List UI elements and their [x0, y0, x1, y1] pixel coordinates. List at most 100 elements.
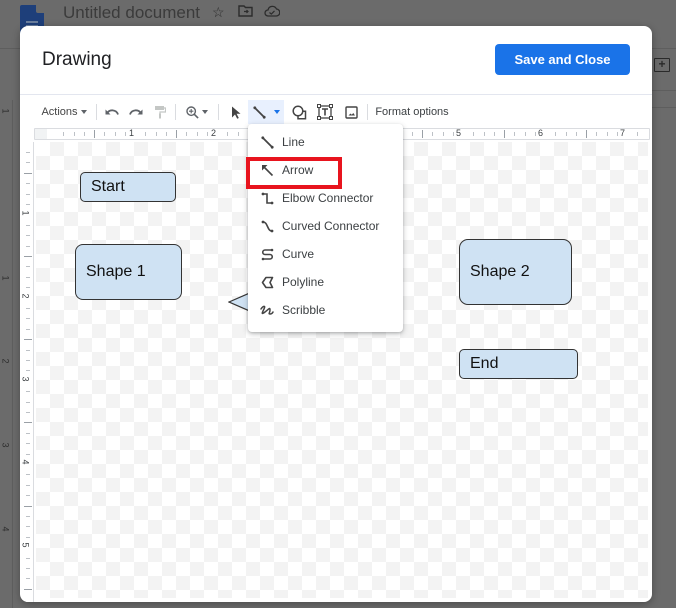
ruler-tick [124, 132, 126, 136]
menu-item-arrow[interactable]: Arrow [246, 156, 403, 189]
toolbar-divider [96, 104, 97, 120]
ruler-tick [26, 287, 30, 289]
undo-icon [105, 109, 119, 115]
ruler-tick [26, 224, 30, 226]
drawing-dialog: Drawing Save and Close Actions Format op… [20, 26, 652, 602]
ruler-tick [26, 370, 30, 372]
dialog-title: Drawing [42, 49, 112, 70]
ruler-tick [26, 536, 30, 538]
ruler-tick [227, 132, 229, 136]
undo-button[interactable] [102, 100, 122, 124]
ruler-tick [26, 526, 30, 528]
ruler-number: 1 [0, 108, 11, 114]
shape-end[interactable]: End [459, 349, 578, 379]
select-tool-button[interactable] [225, 100, 247, 124]
toolbar-divider [367, 104, 368, 120]
ruler-tick [24, 172, 32, 174]
menu-item-label: Line [282, 135, 305, 149]
menu-item-label: Curved Connector [282, 219, 380, 233]
text-box-tool-button[interactable] [314, 100, 336, 124]
ruler-number: 3 [20, 376, 31, 382]
paint-format-button[interactable] [150, 100, 170, 124]
curved-connector-icon [260, 219, 274, 233]
menu-item-scribble[interactable]: Scribble [248, 296, 403, 324]
ruler-tick [26, 495, 30, 497]
ruler-tick [616, 132, 618, 136]
ruler-tick [94, 130, 95, 138]
scribble-icon [260, 303, 274, 317]
ruler-tick [411, 132, 413, 136]
ruler-tick [24, 339, 32, 341]
ruler-tick [26, 266, 30, 268]
ruler-tick [155, 132, 157, 136]
ruler-number: 5 [456, 128, 462, 138]
ruler-number: 6 [538, 128, 544, 138]
vertical-ruler[interactable]: 1 2 3 4 5 [20, 142, 34, 602]
text-box-icon [317, 104, 333, 120]
document-title[interactable]: Untitled document [63, 3, 200, 23]
menu-item-elbow-connector[interactable]: Elbow Connector [248, 184, 403, 212]
ruler-tick [483, 132, 485, 136]
menu-item-label: Scribble [282, 303, 326, 317]
ruler-corner [35, 129, 47, 139]
image-tool-button[interactable] [340, 100, 362, 124]
ruler-tick [24, 505, 32, 507]
menu-item-label: Arrow [282, 163, 314, 177]
ruler-number: 5 [20, 542, 31, 548]
menu-item-curve[interactable]: Curve [248, 240, 403, 268]
ruler-tick [165, 132, 167, 136]
ruler-tick [26, 432, 30, 434]
ruler-tick [524, 132, 526, 136]
drawing-toolbar: Actions Format options [20, 100, 652, 124]
background-ruler [652, 90, 676, 108]
background-vertical-ruler: 1 1 2 3 4 [0, 100, 12, 608]
ruler-tick [104, 132, 106, 136]
ruler-tick [442, 132, 444, 136]
ruler-tick [73, 132, 75, 136]
ruler-tick [26, 412, 30, 413]
background-divider [12, 100, 13, 608]
menu-item-line[interactable]: Line [248, 128, 403, 156]
ruler-tick [26, 245, 30, 247]
ruler-tick [586, 130, 587, 138]
add-comment-icon[interactable]: + [654, 58, 670, 72]
paint-format-icon [155, 106, 166, 119]
format-options-button[interactable]: Format options [374, 100, 450, 124]
ruler-number: 2 [0, 358, 11, 364]
shape-shape-1[interactable]: Shape 1 [75, 244, 182, 300]
star-icon[interactable]: ☆ [212, 4, 225, 21]
ruler-tick [26, 360, 30, 361]
elbow-connector-icon [260, 191, 274, 205]
ruler-tick [596, 132, 598, 136]
ruler-tick [176, 130, 177, 138]
ruler-tick [206, 132, 208, 136]
toolbar-divider [175, 104, 176, 120]
shape-shape-2[interactable]: Shape 2 [459, 239, 572, 305]
ruler-tick [114, 132, 116, 136]
ruler-tick [26, 443, 30, 445]
image-icon [344, 105, 358, 119]
ruler-tick [493, 132, 495, 136]
line-tool-dropdown-button[interactable] [270, 100, 284, 124]
ruler-tick [565, 132, 567, 136]
line-tool-button[interactable] [248, 100, 270, 124]
zoom-button[interactable] [182, 100, 212, 124]
redo-button[interactable] [126, 100, 146, 124]
ruler-tick [26, 308, 30, 309]
zoom-in-icon [186, 105, 199, 119]
chevron-down-icon [80, 110, 87, 114]
shape-tool-button[interactable] [288, 100, 310, 124]
move-to-folder-icon[interactable] [238, 4, 253, 20]
cloud-saved-icon[interactable] [264, 4, 281, 20]
shape-start[interactable]: Start [80, 172, 176, 202]
menu-item-polyline[interactable]: Polyline [248, 268, 403, 296]
actions-menu-button[interactable]: Actions [40, 100, 88, 124]
ruler-tick [26, 349, 30, 351]
save-and-close-button[interactable]: Save and Close [495, 44, 630, 75]
menu-item-curved-connector[interactable]: Curved Connector [248, 212, 403, 240]
ruler-tick [26, 484, 30, 486]
menu-item-label: Curve [282, 247, 315, 261]
ruler-tick [606, 132, 608, 136]
ruler-tick [24, 588, 32, 590]
ruler-tick [63, 132, 65, 136]
